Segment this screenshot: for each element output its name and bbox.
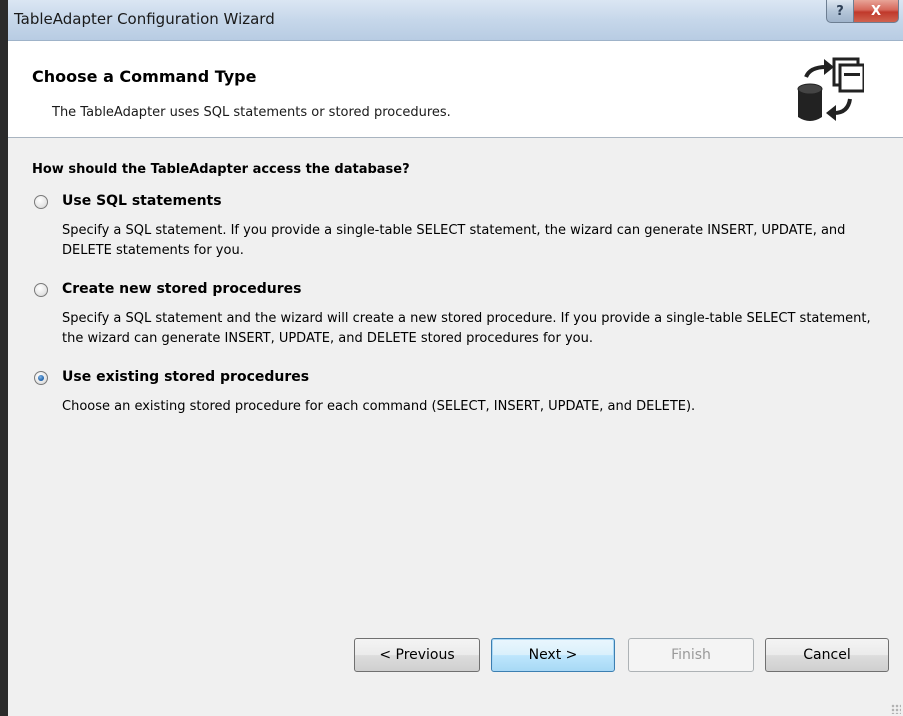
- window-title: TableAdapter Configuration Wizard: [14, 10, 275, 28]
- wizard-content: How should the TableAdapter access the d…: [8, 138, 903, 638]
- close-icon: X: [870, 3, 882, 19]
- radio-create-new-stored-procedures[interactable]: [34, 283, 48, 297]
- option-description: Specify a SQL statement. If you provide …: [62, 223, 846, 258]
- wizard-header: Choose a Command Type The TableAdapter u…: [8, 41, 903, 138]
- option-description: Specify a SQL statement and the wizard w…: [62, 311, 871, 346]
- previous-button[interactable]: < Previous: [354, 638, 480, 672]
- help-button[interactable]: ?: [826, 0, 854, 23]
- page-title: Choose a Command Type: [32, 67, 257, 86]
- wizard-footer: < Previous Next > Finish Cancel: [8, 638, 903, 716]
- title-bar[interactable]: TableAdapter Configuration Wizard ? X: [8, 0, 903, 41]
- access-question: How should the TableAdapter access the d…: [32, 162, 410, 177]
- option-label[interactable]: Create new stored procedures: [62, 281, 301, 297]
- close-button[interactable]: X: [853, 0, 899, 23]
- option-label[interactable]: Use SQL statements: [62, 193, 222, 209]
- option-description: Choose an existing stored procedure for …: [62, 399, 696, 414]
- option-label[interactable]: Use existing stored procedures: [62, 369, 309, 385]
- page-subtitle: The TableAdapter uses SQL statements or …: [52, 105, 451, 120]
- cancel-button[interactable]: Cancel: [765, 638, 889, 672]
- database-command-icon: [797, 57, 864, 121]
- wizard-window: TableAdapter Configuration Wizard ? X Ch…: [8, 0, 903, 716]
- radio-use-sql-statements[interactable]: [34, 195, 48, 209]
- help-icon: ?: [836, 3, 844, 19]
- resize-grip[interactable]: [891, 704, 901, 714]
- radio-use-existing-stored-procedures[interactable]: [34, 371, 48, 385]
- finish-button[interactable]: Finish: [628, 638, 754, 672]
- next-button[interactable]: Next >: [491, 638, 615, 672]
